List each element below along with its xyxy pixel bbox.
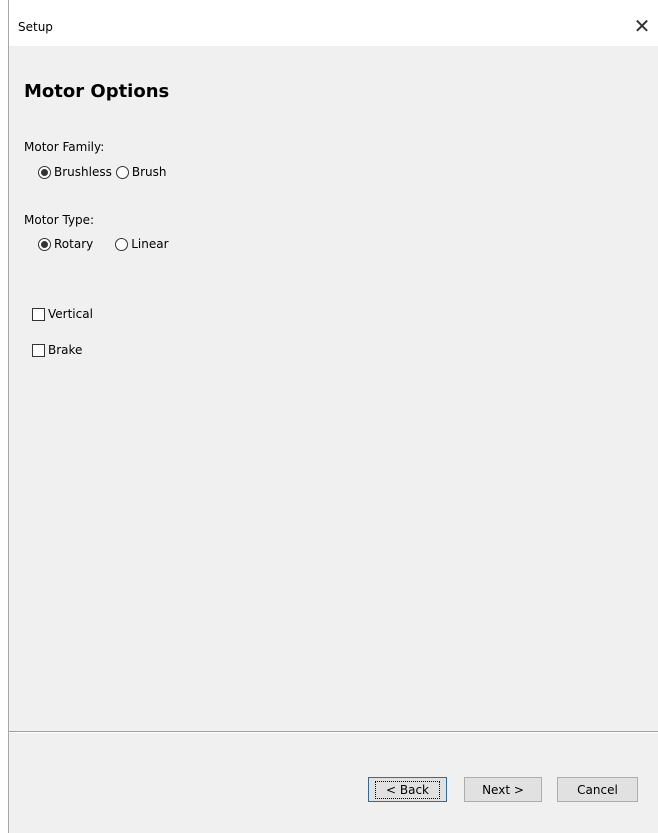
- radio-rotary-label: Rotary: [54, 237, 94, 251]
- radio-brush[interactable]: Brush: [115, 165, 167, 179]
- motor-type-label: Motor Type:: [24, 213, 95, 227]
- checkbox-vertical[interactable]: Vertical: [32, 307, 93, 321]
- radio-linear[interactable]: Linear: [115, 237, 169, 251]
- radio-brushless-label: Brushless: [54, 165, 112, 179]
- cancel-button[interactable]: Cancel: [557, 777, 638, 802]
- radio-selected-dot: [41, 168, 48, 176]
- content-panel: Motor Options Motor Family: Brushless Br…: [9, 46, 658, 731]
- window-title: Setup: [18, 20, 53, 34]
- close-icon: ✕: [633, 14, 651, 38]
- close-button[interactable]: ✕: [630, 14, 654, 38]
- radio-brush-circle[interactable]: [115, 165, 129, 179]
- checkbox-vertical-label: Vertical: [48, 307, 93, 321]
- checkbox-brake[interactable]: Brake: [32, 343, 82, 357]
- cancel-button-label: Cancel: [577, 782, 618, 797]
- motor-family-label: Motor Family:: [24, 140, 105, 154]
- wizard-footer: < Back Next > Cancel: [9, 733, 658, 833]
- radio-rotary-circle[interactable]: [38, 237, 51, 251]
- radio-rotary[interactable]: Rotary: [38, 237, 93, 251]
- next-button-label: Next >: [482, 782, 524, 797]
- checkbox-vertical-box[interactable]: [32, 307, 45, 321]
- page-heading: Motor Options: [24, 81, 170, 102]
- setup-dialog: Setup ✕ Motor Options Motor Family: Brus…: [8, 0, 658, 833]
- title-bar: Setup ✕: [9, 0, 658, 46]
- motor-type-radio-group: Rotary Linear: [38, 237, 177, 251]
- back-button[interactable]: < Back: [368, 777, 447, 802]
- motor-family-radio-group: Brushless Brush: [38, 165, 175, 179]
- radio-brush-label: Brush: [131, 165, 167, 179]
- radio-selected-dot: [41, 240, 48, 248]
- back-button-label: < Back: [375, 780, 440, 799]
- radio-linear-circle[interactable]: [115, 237, 129, 251]
- radio-brushless-circle[interactable]: [38, 165, 51, 179]
- next-button[interactable]: Next >: [464, 777, 542, 802]
- radio-linear-label: Linear: [131, 237, 169, 251]
- radio-brushless[interactable]: Brushless: [38, 165, 112, 179]
- checkbox-brake-label: Brake: [48, 343, 83, 357]
- checkbox-brake-box[interactable]: [32, 343, 45, 357]
